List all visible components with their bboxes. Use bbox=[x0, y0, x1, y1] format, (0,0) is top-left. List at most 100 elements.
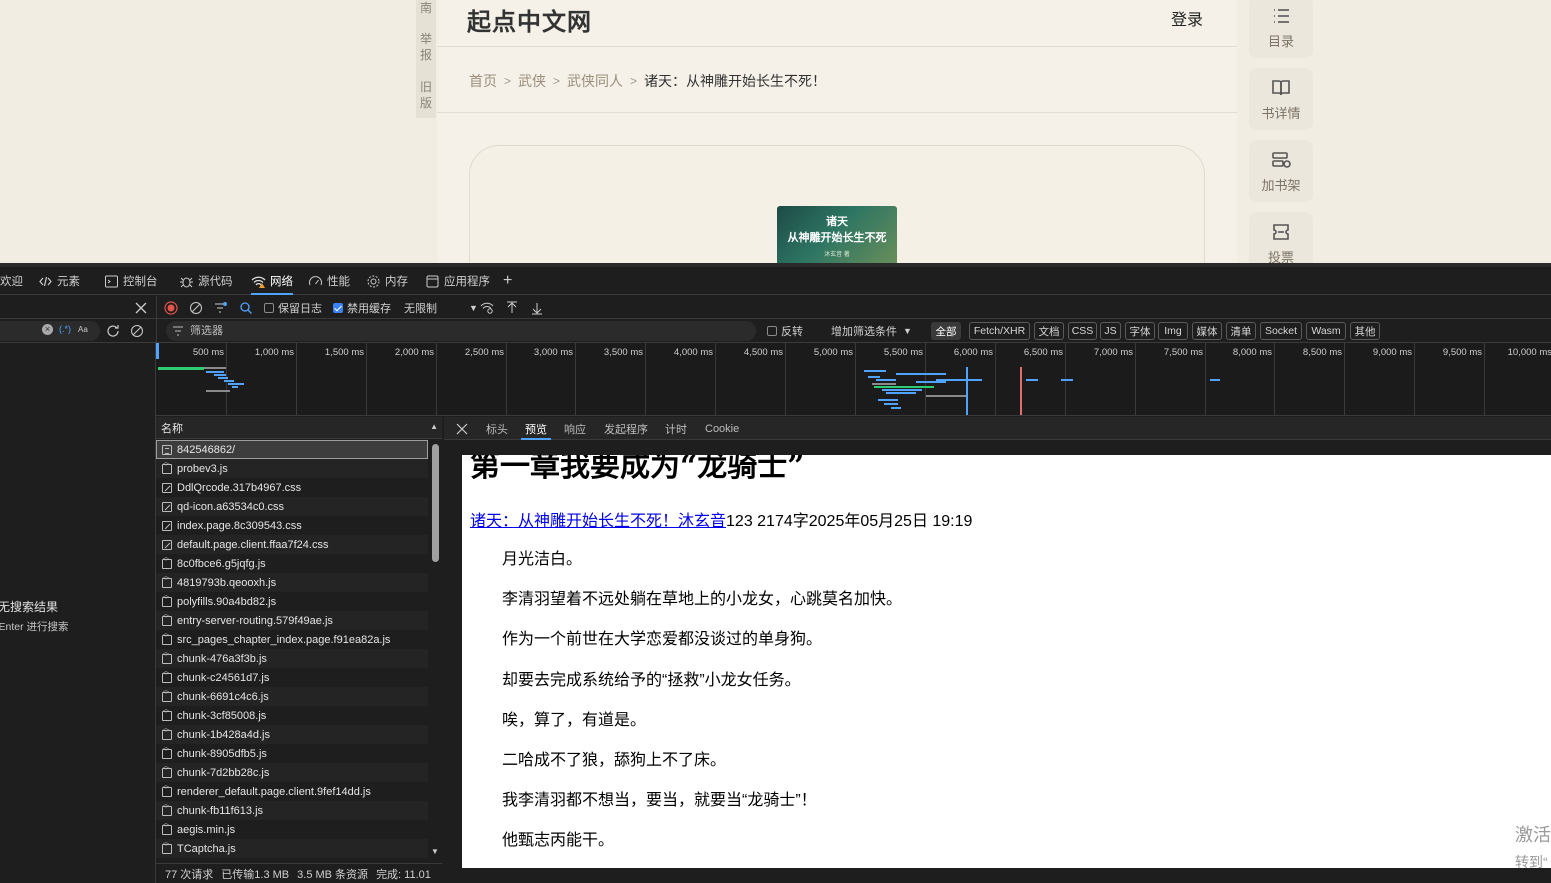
record-button[interactable] bbox=[164, 296, 178, 319]
scroll-down-icon[interactable]: ▼ bbox=[431, 847, 439, 856]
detail-tab-initiator[interactable]: 发起程序 bbox=[604, 417, 648, 440]
detail-tab-response[interactable]: 响应 bbox=[564, 417, 586, 440]
request-row[interactable]: TCaptcha.js bbox=[156, 839, 428, 858]
rail-toc-button[interactable]: 目录 bbox=[1249, 0, 1313, 58]
column-name-header[interactable]: 名称 bbox=[161, 420, 183, 436]
type-chip-wasm[interactable]: Wasm bbox=[1306, 322, 1346, 340]
network-conditions-button[interactable] bbox=[480, 296, 494, 319]
clear-button[interactable] bbox=[189, 296, 203, 319]
tab-application[interactable]: 应用程序 bbox=[425, 267, 490, 295]
request-row[interactable]: 842546862/ bbox=[156, 440, 428, 459]
invert-checkbox[interactable]: 反转 bbox=[767, 319, 803, 342]
request-row[interactable]: polyfills.90a4bd82.js bbox=[156, 592, 428, 611]
timeline-gridline bbox=[1344, 343, 1345, 415]
tab-console[interactable]: 控制台 bbox=[104, 267, 158, 295]
strip-item-report[interactable]: 举报 bbox=[416, 31, 436, 63]
type-chip-all[interactable]: 全部 bbox=[931, 322, 961, 340]
book-cover[interactable]: 诸天 从神雕开始长生不死 沐玄音 著 bbox=[777, 206, 897, 263]
tab-welcome[interactable]: 欢迎 bbox=[0, 267, 23, 295]
overview-selection-handle[interactable] bbox=[156, 343, 159, 359]
network-overview-timeline[interactable]: 500 ms 1,000 ms 1,500 ms 2,000 ms 2,500 ms 3,… bbox=[156, 343, 1551, 416]
request-row[interactable]: default.page.client.ffaa7f24.css bbox=[156, 535, 428, 554]
detail-tab-timing[interactable]: 计时 bbox=[665, 417, 687, 440]
timeline-event-marker bbox=[1020, 367, 1022, 415]
type-chip-manifest[interactable]: 清单 bbox=[1226, 322, 1256, 340]
detail-tab-headers[interactable]: 标头 bbox=[486, 417, 508, 440]
request-row[interactable]: aegis.min.js bbox=[156, 820, 428, 839]
request-row[interactable]: src_pages_chapter_index.page.f91ea82a.js bbox=[156, 630, 428, 649]
close-search-button[interactable] bbox=[134, 296, 148, 319]
request-row[interactable]: chunk-6691c4c6.js bbox=[156, 687, 428, 706]
preserve-log-checkbox[interactable]: 保留日志 bbox=[264, 296, 322, 319]
disable-cache-checkbox[interactable]: 禁用缓存 bbox=[333, 296, 391, 319]
rail-book-detail-button[interactable]: 书详情 bbox=[1249, 68, 1313, 130]
request-row[interactable]: qd-icon.a63534c0.css bbox=[156, 497, 428, 516]
throttle-select[interactable]: 无限制 ▼ bbox=[404, 296, 478, 319]
regex-toggle[interactable]: (.*) bbox=[59, 324, 71, 334]
type-chip-css[interactable]: CSS bbox=[1068, 322, 1097, 340]
type-chip-other[interactable]: 其他 bbox=[1350, 322, 1380, 340]
type-chip-media[interactable]: 媒体 bbox=[1192, 322, 1222, 340]
request-row[interactable]: 4819793b.qeooxh.js bbox=[156, 573, 428, 592]
type-chip-img[interactable]: Img bbox=[1158, 322, 1188, 340]
tab-memory[interactable]: 内存 bbox=[366, 267, 408, 295]
close-detail-button[interactable] bbox=[456, 417, 468, 440]
rail-add-shelf-button[interactable]: 加书架 bbox=[1249, 140, 1313, 202]
clear-search-results-button[interactable] bbox=[130, 319, 144, 342]
breadcrumb-category[interactable]: 武侠 bbox=[518, 71, 546, 91]
filter-input[interactable] bbox=[190, 325, 730, 337]
request-row[interactable]: probev3.js bbox=[156, 459, 428, 478]
request-row[interactable]: index.page.8c309543.css bbox=[156, 516, 428, 535]
request-row[interactable]: chunk-c24561d7.js bbox=[156, 668, 428, 687]
breadcrumb-home[interactable]: 首页 bbox=[469, 71, 497, 91]
request-row[interactable]: renderer_default.page.client.9fef14dd.js bbox=[156, 782, 428, 801]
strip-item-old-version[interactable]: 旧版 bbox=[416, 79, 436, 111]
book-author-link[interactable]: 诸天：从神雕开始长生不死！沐玄音 bbox=[470, 513, 726, 530]
strip-item-south[interactable]: 南 bbox=[416, 0, 436, 16]
import-har-button[interactable] bbox=[505, 296, 519, 319]
match-case-toggle[interactable]: Aa bbox=[78, 325, 88, 334]
type-chip-fetch-xhr[interactable]: Fetch/XHR bbox=[969, 322, 1030, 340]
rail-vote-button[interactable]: 投票 bbox=[1249, 212, 1313, 263]
breadcrumb-current[interactable]: 诸天：从神雕开始长生不死！ bbox=[644, 71, 826, 91]
request-row[interactable]: chunk-fb11f613.js bbox=[156, 801, 428, 820]
tab-elements[interactable]: 元素 bbox=[38, 267, 80, 295]
sort-up-icon[interactable]: ▲ bbox=[430, 422, 438, 431]
detail-tab-cookie[interactable]: Cookie bbox=[705, 417, 739, 440]
detail-tab-preview[interactable]: 预览 bbox=[521, 417, 551, 440]
request-detail-tabs: 标头 预览 响应 发起程序 计时 Cookie bbox=[444, 417, 1551, 440]
type-chip-font[interactable]: 字体 bbox=[1125, 322, 1155, 340]
add-tab-button[interactable]: + bbox=[503, 267, 512, 295]
stylesheet-icon bbox=[162, 482, 172, 493]
request-row[interactable]: chunk-7d2bb28c.js bbox=[156, 763, 428, 782]
tab-sources[interactable]: 源代码 bbox=[179, 267, 233, 295]
chevron-down-icon: ▼ bbox=[903, 325, 912, 336]
request-name: DdlQrcode.317b4967.css bbox=[177, 481, 302, 494]
breadcrumb-subcategory[interactable]: 武侠同人 bbox=[567, 71, 623, 91]
request-row[interactable]: chunk-8905dfb5.js bbox=[156, 744, 428, 763]
login-button[interactable]: 登录 bbox=[1171, 6, 1203, 30]
filter-field[interactable] bbox=[166, 321, 756, 341]
search-input-box[interactable]: × (.*) Aa bbox=[0, 321, 100, 341]
request-row[interactable]: entry-server-routing.579f49ae.js bbox=[156, 611, 428, 630]
request-row[interactable]: chunk-3cf85008.js bbox=[156, 706, 428, 725]
refresh-search-button[interactable] bbox=[106, 319, 120, 342]
search-button[interactable] bbox=[239, 296, 253, 319]
site-title[interactable]: 起点中文网 bbox=[467, 2, 592, 37]
type-chip-doc[interactable]: 文档 bbox=[1034, 322, 1064, 340]
request-row[interactable]: chunk-1b428a4d.js bbox=[156, 725, 428, 744]
request-row[interactable]: 8c0fbce6.g5jqfg.js bbox=[156, 554, 428, 573]
tab-performance[interactable]: 性能 bbox=[308, 267, 350, 295]
tab-network[interactable]: 网络 bbox=[251, 267, 293, 295]
export-har-button[interactable] bbox=[530, 296, 544, 319]
requests-scrollbar[interactable]: ▼ bbox=[430, 440, 441, 858]
requests-scrollbar-thumb[interactable] bbox=[432, 444, 439, 562]
request-row[interactable]: DdlQrcode.317b4967.css bbox=[156, 478, 428, 497]
request-row[interactable]: chunk-476a3f3b.js bbox=[156, 649, 428, 668]
more-filters-dropdown[interactable]: 增加筛选条件 ▼ bbox=[831, 319, 912, 342]
type-chip-socket[interactable]: Socket bbox=[1260, 322, 1302, 340]
filter-toggle-button[interactable] bbox=[214, 296, 228, 319]
clear-search-icon[interactable]: × bbox=[42, 324, 53, 335]
script-icon bbox=[162, 633, 172, 645]
type-chip-js[interactable]: JS bbox=[1100, 322, 1121, 340]
